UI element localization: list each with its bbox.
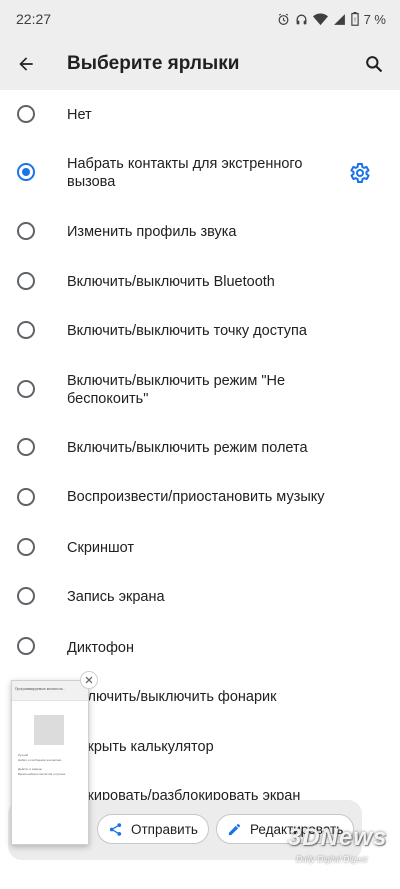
item-label: …крыть калькулятор xyxy=(73,739,214,755)
item-label: Запись экрана xyxy=(67,589,165,605)
pencil-icon xyxy=(228,823,241,835)
dismiss-preview-button[interactable] xyxy=(80,671,98,689)
back-button[interactable] xyxy=(0,38,52,90)
page-title: Выберите ярлыки xyxy=(67,53,240,74)
radio-button[interactable] xyxy=(17,105,35,123)
watermark-sub: Daily Digital Digest xyxy=(296,854,368,864)
item-label: Включить/выключить режим полета xyxy=(67,440,308,456)
item-label: Скриншот xyxy=(67,540,135,556)
watermark-main: 3DNews xyxy=(288,824,388,851)
list-item[interactable]: Включить/выключить точку доступа xyxy=(0,306,400,356)
radio-button[interactable] xyxy=(17,272,35,290)
preview-line: Действ. в камере xyxy=(18,767,43,771)
battery-icon: ! xyxy=(350,12,359,26)
list-item[interactable]: Воспроизвести/приостановить музыку xyxy=(0,472,400,522)
item-label: Включить/выключить режим "Не беспокоить" xyxy=(67,373,286,407)
list-item[interactable]: Набрать контакты для экстренного вызова xyxy=(0,140,400,206)
status-icons: ! 7 % xyxy=(277,12,386,27)
item-label: Диктофон xyxy=(67,640,134,656)
gear-icon[interactable] xyxy=(347,161,371,185)
item-label: Воспроизвести/приостановить музыку xyxy=(67,489,325,505)
preview-image-placeholder xyxy=(34,715,64,745)
list-item[interactable]: Включить/выключить режим полета xyxy=(0,422,400,472)
signal-icon xyxy=(333,13,345,25)
list-item[interactable]: Скриншот xyxy=(0,522,400,572)
radio-button[interactable] xyxy=(17,380,35,398)
radio-button[interactable] xyxy=(17,321,35,339)
app-bar: Выберите ярлыки xyxy=(0,38,400,90)
search-icon xyxy=(366,56,383,73)
share-icon xyxy=(109,822,122,836)
search-button[interactable] xyxy=(348,38,400,90)
item-label: Набрать контакты для экстренного вызова xyxy=(67,156,303,190)
battery-percent: 7 % xyxy=(363,11,386,27)
list-item[interactable]: Нет xyxy=(0,90,400,140)
radio-button[interactable] xyxy=(17,538,35,556)
preview-line: Ручной xyxy=(18,753,29,757)
item-label: Включить/выключить Bluetooth xyxy=(67,274,275,290)
preview-line: Набор и сообщения контактам... xyxy=(18,758,64,762)
list-item[interactable]: Изменить профиль звука xyxy=(0,206,400,256)
list-item[interactable]: Включить/выключить режим "Не беспокоить" xyxy=(0,356,400,422)
item-label: Изменить профиль звука xyxy=(67,224,237,240)
screenshot-preview[interactable]: Программируемые кнопки на... Ручной Набо… xyxy=(11,680,89,845)
item-label: …лючить/выключить фонарик xyxy=(73,689,277,705)
radio-button[interactable] xyxy=(17,637,35,655)
svg-text:!: ! xyxy=(353,17,356,24)
radio-button[interactable] xyxy=(17,488,35,506)
send-label: Отправить xyxy=(131,821,198,837)
headphones-icon xyxy=(296,14,307,24)
navigation-bar xyxy=(0,876,400,889)
send-button[interactable]: Отправить xyxy=(97,814,209,844)
radio-button[interactable] xyxy=(17,587,35,605)
watermark-logo: 3DNews Daily Digital Digest xyxy=(288,824,392,872)
preview-header: Программируемые кнопки на... xyxy=(12,681,88,701)
list-item[interactable]: Диктофон xyxy=(0,622,400,672)
item-label: Нет xyxy=(67,107,92,123)
arrow-back-icon xyxy=(19,57,33,71)
radio-button-checked[interactable] xyxy=(17,163,35,181)
radio-button[interactable] xyxy=(17,222,35,240)
list-item[interactable]: Включить/выключить Bluetooth xyxy=(0,256,400,306)
wifi-icon xyxy=(312,13,328,25)
status-time: 22:27 xyxy=(16,11,52,27)
preview-line: Вызов набора контактов и прочее xyxy=(18,772,66,776)
close-icon xyxy=(85,676,93,684)
item-label: Включить/выключить точку доступа xyxy=(67,323,307,339)
list-item[interactable]: Запись экрана xyxy=(0,572,400,622)
radio-button[interactable] xyxy=(17,438,35,456)
alarm-icon xyxy=(278,13,289,25)
status-bar: 22:27 ! 7 % xyxy=(0,0,400,38)
